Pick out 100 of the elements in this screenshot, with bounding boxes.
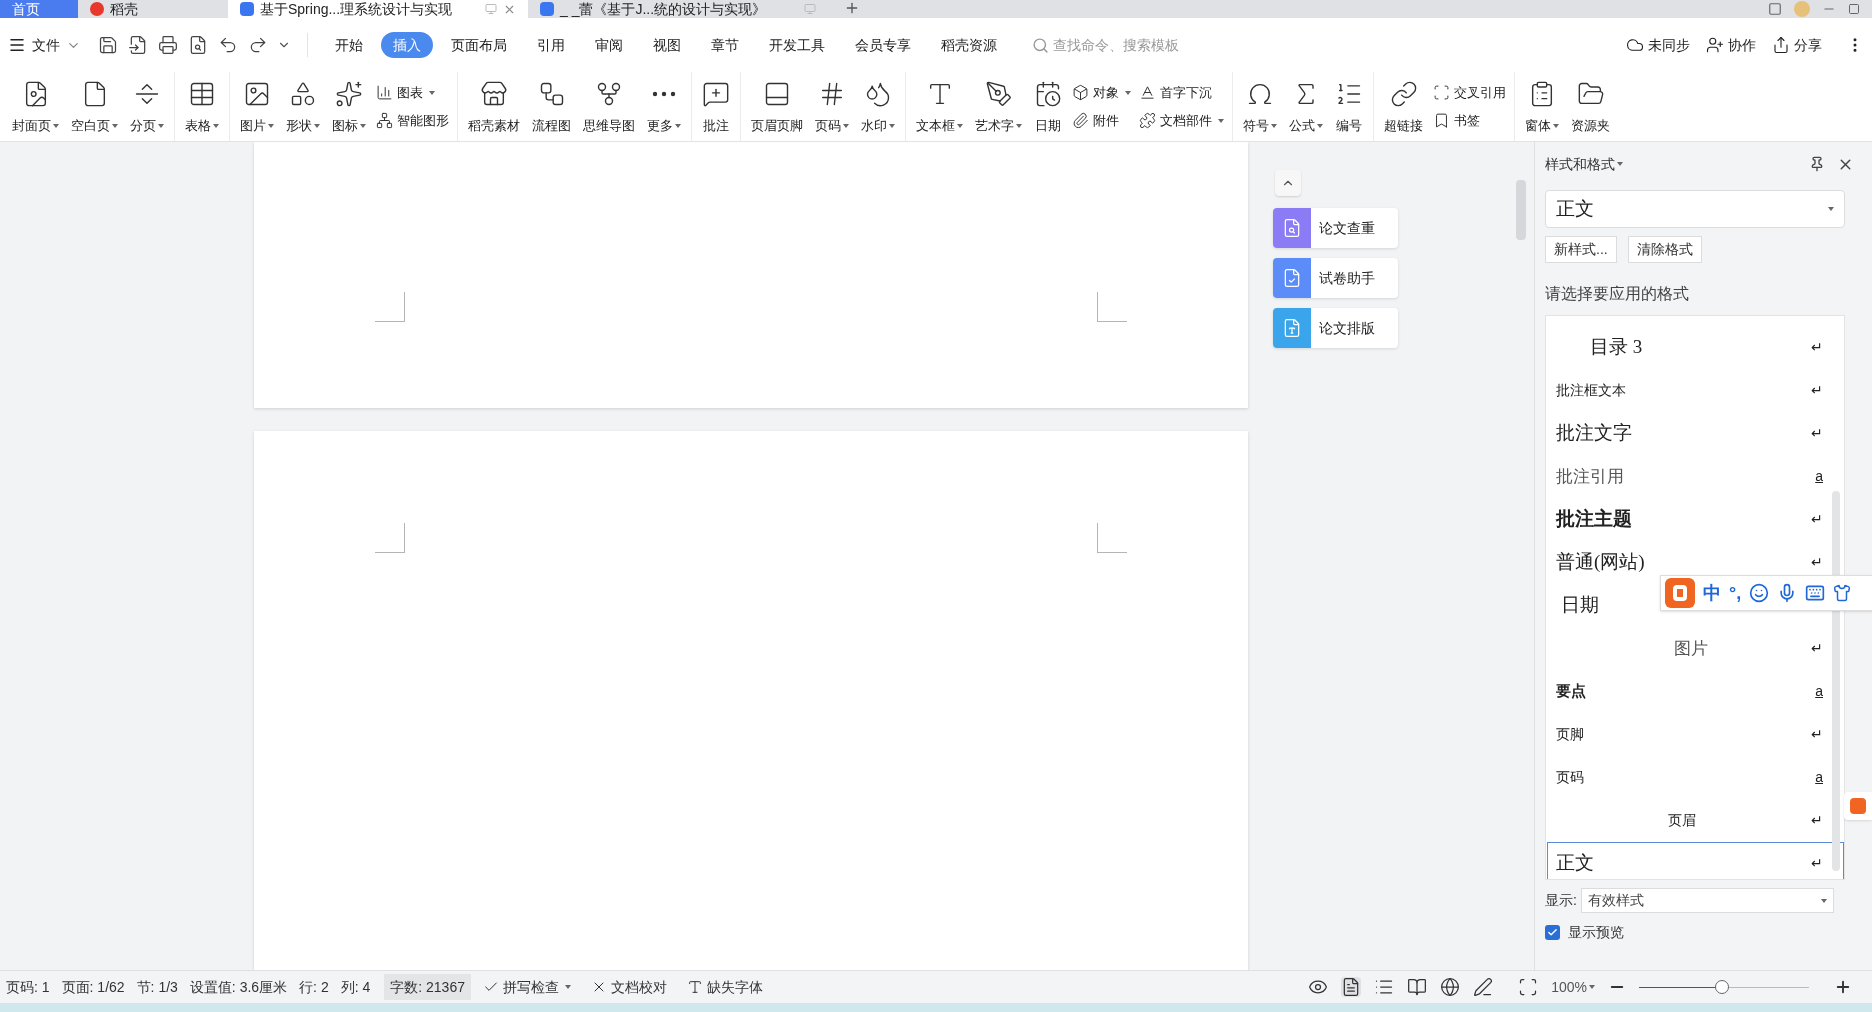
redo-icon[interactable] <box>248 35 268 55</box>
emoji-icon[interactable] <box>1749 583 1770 603</box>
ribbon-button[interactable]: 封面页 <box>6 75 65 138</box>
style-item[interactable]: 页码 a <box>1547 756 1844 799</box>
panel-button[interactable]: 清除格式 <box>1627 236 1702 263</box>
new-tab-icon[interactable] <box>844 0 860 16</box>
pen-icon[interactable] <box>1473 977 1494 997</box>
checkbox[interactable] <box>1545 925 1560 940</box>
menu-tab[interactable]: 引用 <box>525 32 577 58</box>
style-item[interactable]: 批注文字 ↵ <box>1547 412 1844 455</box>
ribbon-button[interactable]: 图片 <box>234 75 280 138</box>
ribbon-button[interactable]: 流程图 <box>526 75 577 138</box>
window-icon[interactable] <box>1768 2 1782 16</box>
ribbon-button[interactable]: 日期 <box>1028 75 1068 138</box>
ribbon-button[interactable]: 形状 <box>280 75 326 138</box>
status-tool[interactable]: 缺失字体 <box>679 976 771 998</box>
status-tool[interactable]: 文档校对 <box>583 976 675 998</box>
menu-tab[interactable]: 开发工具 <box>757 32 837 58</box>
style-item[interactable]: 要点 a <box>1547 670 1844 713</box>
ribbon-button[interactable]: 编号 <box>1329 75 1369 138</box>
ribbon-button[interactable]: 交叉引用 <box>1433 81 1506 104</box>
ribbon-button[interactable]: 页码 <box>809 75 855 138</box>
menu-tab[interactable]: 页面布局 <box>439 32 519 58</box>
style-item[interactable]: 页脚 ↵ <box>1547 713 1844 756</box>
keyboard-icon[interactable] <box>1805 583 1826 603</box>
ribbon-button[interactable]: 图标 <box>326 75 372 138</box>
ribbon-button[interactable]: 稻壳素材 <box>462 75 526 138</box>
zoom-level[interactable]: 100% <box>1551 976 1595 998</box>
undo-icon[interactable] <box>218 35 238 55</box>
ribbon-button[interactable]: 书签 <box>1433 109 1506 132</box>
style-select[interactable]: 正文 <box>1545 190 1845 228</box>
style-item[interactable]: 批注主题 ↵ <box>1547 498 1844 541</box>
side-tool-button[interactable]: 论文排版 <box>1273 308 1398 348</box>
title-tab[interactable]: 基于Spring...理系统设计与实现 <box>228 0 528 18</box>
panel-title[interactable]: 样式和格式 <box>1545 153 1623 175</box>
reading-view-icon[interactable] <box>1407 977 1428 997</box>
ime-toolbar[interactable]: 中 °, <box>1660 575 1872 611</box>
print-icon[interactable] <box>158 35 178 55</box>
menu-tab[interactable]: 审阅 <box>583 32 635 58</box>
ribbon-button[interactable]: 资源夹 <box>1565 75 1616 138</box>
ime-float-icon[interactable] <box>1844 792 1872 820</box>
menu-tab[interactable]: 章节 <box>699 32 751 58</box>
ribbon-button[interactable]: 附件 <box>1072 109 1131 132</box>
title-tab[interactable]: 首页 <box>0 0 78 18</box>
ribbon-button[interactable]: 艺术字 <box>969 75 1028 138</box>
side-tool-button[interactable]: 论文查重 <box>1273 208 1398 248</box>
fit-icon[interactable] <box>1518 977 1539 997</box>
style-item[interactable]: 批注引用 a <box>1547 455 1844 498</box>
ribbon-button[interactable]: 图表 <box>376 81 449 104</box>
ribbon-button[interactable]: 窗体 <box>1519 75 1565 138</box>
slider-thumb[interactable] <box>1715 980 1730 994</box>
style-item[interactable]: 目录 3 ↵ <box>1547 326 1844 369</box>
menu-tab[interactable]: 视图 <box>641 32 693 58</box>
ribbon-button[interactable]: 思维导图 <box>577 75 641 138</box>
pin-icon[interactable] <box>1809 156 1825 172</box>
list-scroll-bar[interactable] <box>1832 491 1840 871</box>
header-action[interactable]: 协作 <box>1706 34 1756 56</box>
ime-label[interactable]: °, <box>1729 579 1742 607</box>
file-menu[interactable]: 文件 <box>8 34 81 56</box>
scroll-bar[interactable] <box>1516 180 1526 240</box>
ribbon-button[interactable]: 文本框 <box>910 75 969 138</box>
ribbon-button[interactable]: 智能图形 <box>376 109 449 132</box>
web-view-icon[interactable] <box>1440 977 1461 997</box>
maximize-icon[interactable] <box>1848 3 1860 15</box>
panel-button[interactable]: 新样式... <box>1545 236 1617 263</box>
show-select[interactable]: 有效样式 <box>1580 888 1834 913</box>
export-icon[interactable] <box>128 35 148 55</box>
ribbon-button[interactable]: 首字下沉 <box>1139 81 1224 104</box>
ribbon-button[interactable]: 水印 <box>855 75 901 138</box>
zoom-in-icon[interactable] <box>1834 978 1852 996</box>
ribbon-button[interactable]: 超链接 <box>1378 75 1429 138</box>
page-view-icon[interactable] <box>1341 977 1362 997</box>
print-preview-icon[interactable] <box>188 35 208 55</box>
zoom-slider[interactable] <box>1639 980 1809 994</box>
ribbon-button[interactable]: 更多 <box>641 75 687 138</box>
ribbon-button[interactable]: 分页 <box>124 75 170 138</box>
preview-checkbox[interactable]: 显示预览 <box>1545 922 1862 943</box>
style-item[interactable]: 批注框文本 ↵ <box>1547 369 1844 412</box>
header-action[interactable]: 未同步 <box>1626 34 1690 56</box>
side-tool-button[interactable]: 试卷助手 <box>1273 258 1398 298</box>
shirt-icon[interactable] <box>1833 584 1852 602</box>
ribbon-button[interactable]: 文档部件 <box>1139 109 1224 132</box>
style-item[interactable]: 图片 ↵ <box>1547 627 1844 670</box>
search-field[interactable]: 查找命令、搜索模板 <box>1032 34 1233 56</box>
ribbon-button[interactable]: 批注 <box>696 75 736 138</box>
header-action[interactable]: 分享 <box>1772 34 1822 56</box>
ribbon-button[interactable]: 页眉页脚 <box>745 75 809 138</box>
ime-label[interactable]: 中 <box>1703 579 1721 607</box>
ribbon-button[interactable]: 符号 <box>1237 75 1283 138</box>
style-item[interactable]: 正文 ↵ <box>1547 842 1844 879</box>
ribbon-button[interactable]: 对象 <box>1072 81 1131 104</box>
ribbon-button[interactable]: 空白页 <box>65 75 124 138</box>
menu-tab[interactable]: 稻壳资源 <box>929 32 1009 58</box>
ribbon-button[interactable]: 公式 <box>1283 75 1329 138</box>
menu-tab[interactable]: 开始 <box>323 32 375 58</box>
style-item[interactable]: 页眉 ↵ <box>1547 799 1844 842</box>
status-tool[interactable]: 拼写检查 <box>475 976 579 998</box>
menu-tab[interactable]: 会员专享 <box>843 32 923 58</box>
save-icon[interactable] <box>98 35 118 55</box>
ribbon-button[interactable]: 表格 <box>179 75 225 138</box>
